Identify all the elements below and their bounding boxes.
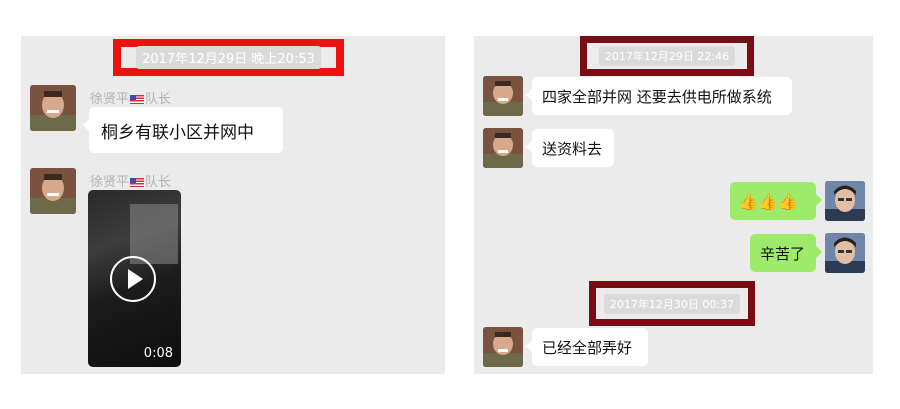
message-bubble[interactable]: 桐乡有联小区并网中	[83, 107, 283, 153]
avatar-self[interactable]	[825, 181, 865, 221]
timestamp: 2017年12月29日 晚上20:53	[136, 46, 321, 69]
message-text: 送资料去	[542, 139, 603, 158]
us-flag-icon	[130, 95, 145, 104]
avatar[interactable]	[30, 85, 76, 131]
avatar-portrait	[483, 76, 523, 116]
sender-name: 徐贤平 队长	[90, 171, 171, 190]
sender-name-text: 徐贤平	[90, 92, 130, 107]
message-bubble-own[interactable]: 辛苦了	[750, 234, 822, 272]
sender-name: 徐贤平 队长	[90, 88, 171, 107]
message-bubble[interactable]: 送资料去	[526, 129, 614, 167]
avatar-portrait	[483, 128, 523, 168]
message-text: 辛苦了	[760, 244, 806, 263]
timestamp-highlight-box: 2017年12月30日 00:37	[589, 281, 755, 326]
video-message[interactable]: 0:08	[88, 190, 181, 367]
sender-name-text: 徐贤平	[90, 175, 130, 190]
avatar-portrait	[825, 233, 865, 273]
avatar[interactable]	[483, 327, 523, 367]
play-icon[interactable]	[110, 256, 156, 302]
message-bubble-own[interactable]: 👍👍👍	[730, 182, 822, 220]
message-text: 桐乡有联小区并网中	[101, 122, 254, 143]
message-bubble[interactable]: 四家全部并网 还要去供电所做系统	[526, 77, 792, 115]
message-bubble[interactable]: 已经全部弄好	[526, 328, 648, 366]
avatar[interactable]	[483, 76, 523, 116]
avatar-portrait	[30, 85, 76, 131]
thumbs-up-emoji: 👍👍👍	[738, 191, 798, 211]
message-text: 四家全部并网 还要去供电所做系统	[542, 87, 772, 106]
timestamp-highlight-box: 2017年12月29日 晚上20:53	[113, 39, 344, 76]
avatar[interactable]	[30, 168, 76, 214]
message-text: 已经全部弄好	[542, 338, 633, 357]
avatar-portrait	[825, 181, 865, 221]
sender-title: 队长	[145, 92, 172, 107]
avatar-portrait	[483, 327, 523, 367]
chat-panel-left	[21, 36, 445, 374]
video-thumbnail-object	[130, 204, 178, 264]
video-duration: 0:08	[143, 346, 173, 361]
avatar-self[interactable]	[825, 233, 865, 273]
avatar-portrait	[30, 168, 76, 214]
us-flag-icon	[130, 178, 145, 187]
timestamp: 2017年12月29日 22:46	[598, 46, 736, 66]
sender-title: 队长	[145, 175, 172, 190]
avatar[interactable]	[483, 128, 523, 168]
timestamp-highlight-box: 2017年12月29日 22:46	[580, 36, 754, 76]
timestamp: 2017年12月30日 00:37	[603, 293, 741, 314]
